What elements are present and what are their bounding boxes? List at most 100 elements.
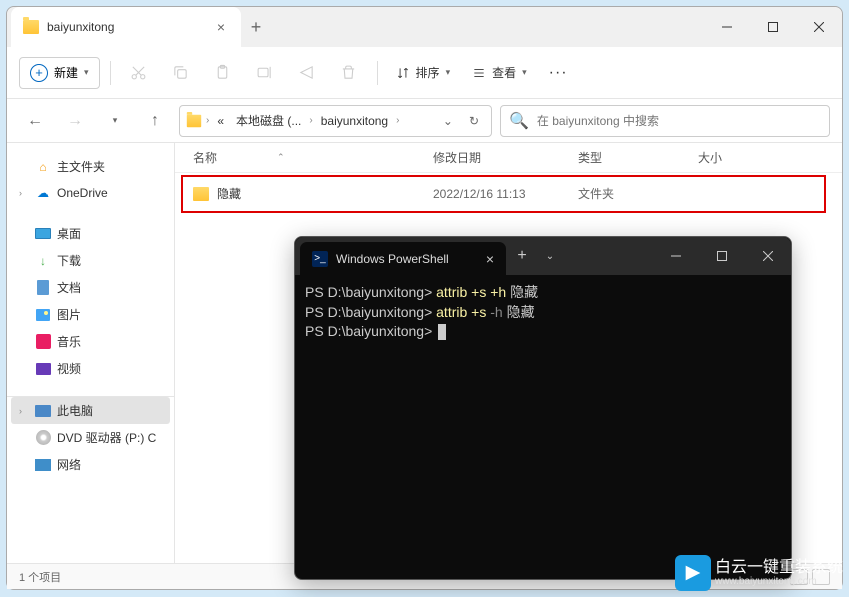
column-header-size[interactable]: 大小 [698, 149, 824, 166]
annotation-highlight [181, 175, 826, 213]
cursor-icon [438, 324, 446, 340]
sidebar-item-videos[interactable]: 视频 [11, 355, 170, 382]
desktop-icon [35, 226, 51, 242]
item-count: 1 个项目 [19, 569, 61, 585]
picture-icon [35, 307, 51, 323]
address-bar[interactable]: › « 本地磁盘 (... › baiyunxitong › ⌄ ↻ [179, 105, 492, 137]
terminal-tab-title: Windows PowerShell [336, 252, 478, 266]
sidebar-item-onedrive[interactable]: ›☁OneDrive [11, 180, 170, 206]
sort-button[interactable]: 排序 ▾ [388, 58, 459, 87]
toolbar: + 新建 ▾ 排序 ▾ 查看 ▾ ··· [7, 47, 842, 99]
music-icon [35, 334, 51, 350]
sidebar-item-label: 文档 [57, 279, 81, 296]
up-button[interactable]: ↑ [139, 105, 171, 137]
maximize-button[interactable] [750, 11, 796, 43]
network-icon [35, 457, 51, 473]
powershell-icon: >_ [312, 251, 328, 267]
cut-icon[interactable] [121, 55, 157, 91]
breadcrumb-segment[interactable]: baiyunxitong [317, 112, 392, 130]
chevron-right-icon[interactable]: › [309, 115, 312, 126]
sidebar-item-pictures[interactable]: 图片 [11, 301, 170, 328]
minimize-button[interactable] [704, 11, 750, 43]
sidebar-item-documents[interactable]: 文档 [11, 274, 170, 301]
chevron-down-icon: ▾ [446, 67, 451, 78]
document-icon [35, 280, 51, 296]
watermark-logo-icon [675, 555, 711, 591]
sidebar-item-label: 此电脑 [57, 402, 93, 419]
terminal-maximize-button[interactable] [699, 237, 745, 275]
column-header-type[interactable]: 类型 [578, 149, 698, 166]
new-tab-button[interactable]: + [241, 17, 271, 38]
terminal-window: >_ Windows PowerShell × + ⌄ PS D:\baiyun… [294, 236, 792, 580]
sort-label: 排序 [416, 64, 440, 81]
terminal-body[interactable]: PS D:\baiyunxitong> attrib +s +h 隐藏 PS D… [295, 275, 791, 579]
dvd-icon [35, 430, 51, 446]
terminal-close-button[interactable] [745, 237, 791, 275]
breadcrumb-segment: « [213, 112, 228, 130]
back-button[interactable]: ← [19, 105, 51, 137]
terminal-tab-close-icon[interactable]: × [486, 251, 494, 267]
terminal-line: PS D:\baiyunxitong> attrib +s -h 隐藏 [305, 303, 781, 323]
forward-button[interactable]: → [59, 105, 91, 137]
sidebar-item-label: 网络 [57, 456, 81, 473]
sidebar-item-thispc[interactable]: › 此电脑 [11, 397, 170, 424]
close-button[interactable] [796, 11, 842, 43]
delete-icon[interactable] [331, 55, 367, 91]
sort-arrow-icon: ⌃ [277, 152, 285, 163]
search-input[interactable] [537, 114, 821, 128]
new-button[interactable]: + 新建 ▾ [19, 57, 100, 89]
watermark-title: 白云一键重装系统 [715, 559, 843, 577]
sidebar-item-label: 桌面 [57, 225, 81, 242]
navigation-bar: ← → ▾ ↑ › « 本地磁盘 (... › baiyunxitong › ⌄… [7, 99, 842, 143]
pc-icon [35, 403, 51, 419]
paste-icon[interactable] [205, 55, 241, 91]
tab-title: baiyunxitong [47, 20, 205, 34]
sidebar-item-label: DVD 驱动器 (P:) C [57, 429, 156, 446]
titlebar[interactable]: baiyunxitong × + [7, 7, 842, 47]
refresh-button[interactable]: ↻ [463, 114, 485, 128]
chevron-right-icon[interactable]: › [396, 115, 399, 126]
rename-icon[interactable] [247, 55, 283, 91]
sidebar-item-downloads[interactable]: ↓下载 [11, 247, 170, 274]
sidebar-item-label: 主文件夹 [57, 158, 105, 175]
folder-icon [187, 114, 201, 127]
terminal-new-tab-button[interactable]: + [506, 237, 538, 275]
terminal-titlebar[interactable]: >_ Windows PowerShell × + ⌄ [295, 237, 791, 275]
view-label: 查看 [492, 64, 516, 81]
column-headers[interactable]: 名称⌃ 修改日期 类型 大小 [175, 143, 842, 173]
terminal-tab-dropdown[interactable]: ⌄ [538, 237, 562, 275]
chevron-right-icon[interactable]: › [206, 115, 209, 126]
terminal-tab[interactable]: >_ Windows PowerShell × [300, 242, 506, 275]
sidebar-item-label: OneDrive [57, 186, 108, 200]
column-header-name[interactable]: 名称⌃ [193, 149, 433, 166]
sort-icon [396, 66, 410, 80]
watermark: 白云一键重装系统 www.baiyunxitong.com [675, 555, 843, 591]
sidebar-item-label: 视频 [57, 360, 81, 377]
sidebar: ⌂主文件夹 ›☁OneDrive 桌面 ↓下载 文档 图片 音乐 视频 › 此电脑… [7, 143, 175, 563]
terminal-line: PS D:\baiyunxitong> attrib +s +h 隐藏 [305, 283, 781, 303]
view-button[interactable]: 查看 ▾ [464, 58, 535, 87]
column-header-date[interactable]: 修改日期 [433, 149, 578, 166]
share-icon[interactable] [289, 55, 325, 91]
terminal-minimize-button[interactable] [653, 237, 699, 275]
chevron-right-icon[interactable]: › [19, 188, 29, 198]
window-tab[interactable]: baiyunxitong × [11, 7, 241, 47]
search-icon: 🔍 [509, 111, 529, 131]
breadcrumb-segment[interactable]: 本地磁盘 (... [232, 110, 305, 131]
address-dropdown[interactable]: ⌄ [437, 114, 459, 128]
sidebar-item-music[interactable]: 音乐 [11, 328, 170, 355]
sidebar-item-label: 音乐 [57, 333, 81, 350]
recent-dropdown[interactable]: ▾ [99, 105, 131, 137]
copy-icon[interactable] [163, 55, 199, 91]
sidebar-item-network[interactable]: 网络 [11, 451, 170, 478]
more-options-button[interactable]: ··· [541, 58, 576, 88]
search-bar[interactable]: 🔍 [500, 105, 830, 137]
view-icon [472, 66, 486, 80]
plus-circle-icon: + [30, 64, 48, 82]
sidebar-item-home[interactable]: ⌂主文件夹 [11, 153, 170, 180]
chevron-right-icon[interactable]: › [19, 406, 29, 416]
sidebar-item-desktop[interactable]: 桌面 [11, 220, 170, 247]
tab-close-icon[interactable]: × [213, 19, 229, 35]
watermark-url: www.baiyunxitong.com [715, 576, 843, 587]
sidebar-item-dvd[interactable]: DVD 驱动器 (P:) C [11, 424, 170, 451]
